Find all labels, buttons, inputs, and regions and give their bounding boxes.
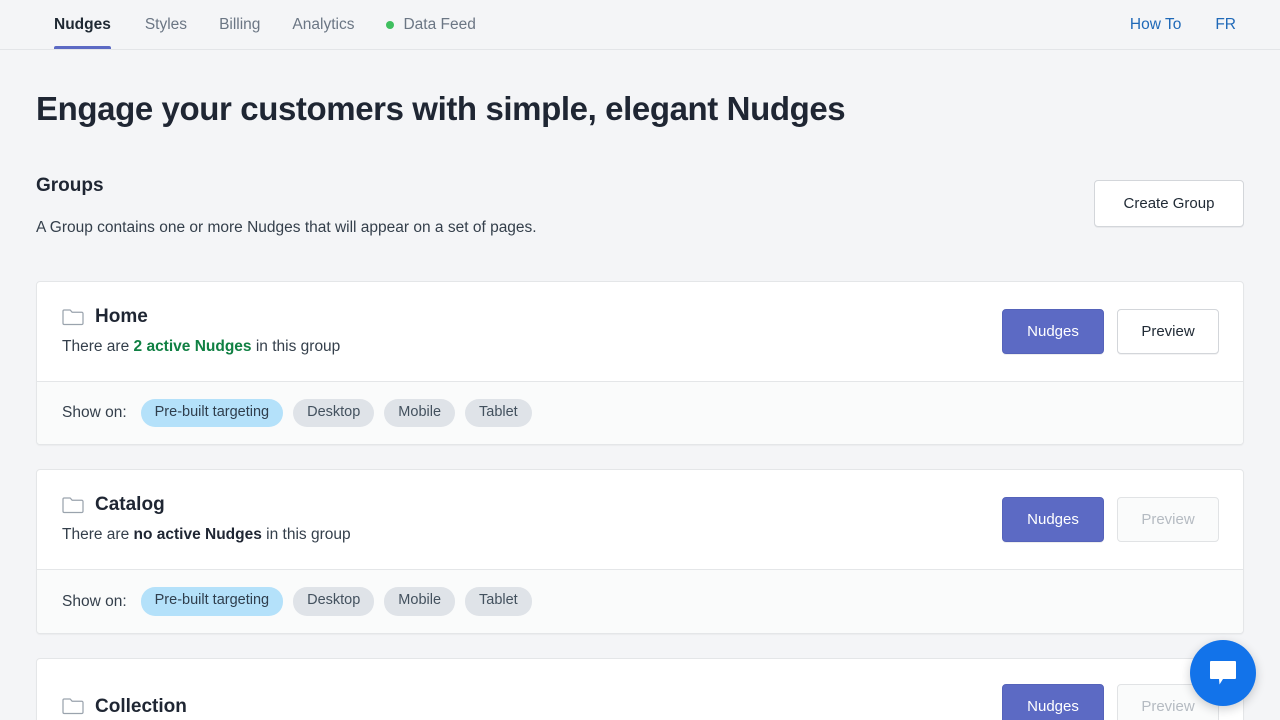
nav-tab-analytics[interactable]: Analytics: [276, 0, 370, 49]
targeting-tag[interactable]: Tablet: [465, 587, 532, 615]
group-name: Catalog: [95, 495, 165, 514]
page-content: Engage your customers with simple, elega…: [0, 90, 1280, 720]
nav-tab-label: Analytics: [292, 16, 354, 34]
folder-icon: [62, 308, 84, 326]
group-description-prefix: There are: [62, 338, 129, 355]
targeting-tag[interactable]: Mobile: [384, 399, 455, 427]
group-card-body: Collection NudgesPreview: [37, 659, 1243, 720]
group-description-prefix: There are: [62, 526, 129, 543]
nav-tab-styles[interactable]: Styles: [129, 0, 203, 49]
group-card-body: Home There are 2 active Nudges in this gr…: [37, 282, 1243, 381]
nav-tab-nudges[interactable]: Nudges: [36, 0, 129, 49]
nav-links: How To FR: [1130, 0, 1244, 49]
groups-section-text: Groups A Group contains one or more Nudg…: [36, 175, 1094, 237]
groups-section-header: Groups A Group contains one or more Nudg…: [36, 175, 1244, 237]
group-card: Catalog There are no active Nudges in thi…: [36, 469, 1244, 633]
nav-tab-data-feed[interactable]: Data Feed: [370, 0, 491, 49]
targeting-tag[interactable]: Desktop: [293, 399, 374, 427]
group-card-footer: Show on: Pre-built targeting Desktop Mobile…: [37, 381, 1243, 444]
group-card: Collection NudgesPreview: [36, 658, 1244, 720]
section-title-groups: Groups: [36, 175, 1094, 197]
targeting-tag[interactable]: Pre-built targeting: [141, 399, 283, 427]
group-description: There are 2 active Nudges in this group: [62, 338, 986, 356]
targeting-tag[interactable]: Mobile: [384, 587, 455, 615]
nav-tab-label: Data Feed: [403, 16, 475, 34]
group-card-actions: Nudges Preview: [986, 497, 1219, 542]
nav-tab-label: Nudges: [54, 16, 111, 34]
group-title-row: Collection: [62, 697, 986, 716]
folder-icon: [62, 496, 84, 514]
group-card-info: Home There are 2 active Nudges in this gr…: [62, 307, 986, 356]
group-card-actions: NudgesPreview: [986, 684, 1219, 720]
group-active-count: no active Nudges: [134, 526, 262, 543]
group-card-actions: Nudges Preview: [986, 309, 1219, 354]
group-name: Home: [95, 307, 148, 326]
group-card-info: Catalog There are no active Nudges in thi…: [62, 495, 986, 544]
chat-bubble-icon: [1208, 659, 1238, 687]
nav-tab-billing[interactable]: Billing: [203, 0, 276, 49]
nudges-button[interactable]: Nudges: [1002, 309, 1104, 354]
status-dot-icon: [386, 21, 394, 29]
group-card-list: Home There are 2 active Nudges in this gr…: [36, 281, 1244, 720]
targeting-tag[interactable]: Tablet: [465, 399, 532, 427]
nav-tab-label: Billing: [219, 16, 260, 34]
group-title-row: Catalog: [62, 495, 986, 514]
page-title: Engage your customers with simple, elega…: [36, 90, 1244, 128]
targeting-tag[interactable]: Desktop: [293, 587, 374, 615]
nav-tab-label: Styles: [145, 16, 187, 34]
group-active-count: 2 active Nudges: [134, 338, 252, 355]
nudges-button[interactable]: Nudges: [1002, 497, 1104, 542]
show-on-label: Show on:: [62, 404, 127, 422]
chat-widget-button[interactable]: [1190, 640, 1256, 706]
group-title-row: Home: [62, 307, 986, 326]
create-group-button[interactable]: Create Group: [1094, 180, 1244, 227]
preview-button: Preview: [1117, 497, 1219, 542]
nav-tabs: Nudges Styles Billing Analytics Data Feed: [36, 0, 492, 49]
group-card: Home There are 2 active Nudges in this gr…: [36, 281, 1244, 445]
folder-icon: [62, 697, 84, 715]
show-on-label: Show on:: [62, 593, 127, 611]
group-description-suffix: in this group: [256, 338, 340, 355]
section-description: A Group contains one or more Nudges that…: [36, 219, 1094, 237]
preview-button[interactable]: Preview: [1117, 309, 1219, 354]
targeting-tag[interactable]: Pre-built targeting: [141, 587, 283, 615]
group-name: Collection: [95, 697, 187, 716]
group-card-info: Collection: [62, 697, 986, 716]
nudges-button[interactable]: Nudges: [1002, 684, 1104, 720]
group-description-suffix: in this group: [266, 526, 350, 543]
group-card-footer: Show on: Pre-built targeting Desktop Mobile…: [37, 569, 1243, 632]
group-card-body: Catalog There are no active Nudges in thi…: [37, 470, 1243, 569]
nav-link-fr[interactable]: FR: [1215, 16, 1236, 34]
group-description: There are no active Nudges in this group: [62, 526, 986, 544]
top-navigation-bar: Nudges Styles Billing Analytics Data Feed Ho…: [0, 0, 1280, 50]
nav-link-how-to[interactable]: How To: [1130, 16, 1181, 34]
